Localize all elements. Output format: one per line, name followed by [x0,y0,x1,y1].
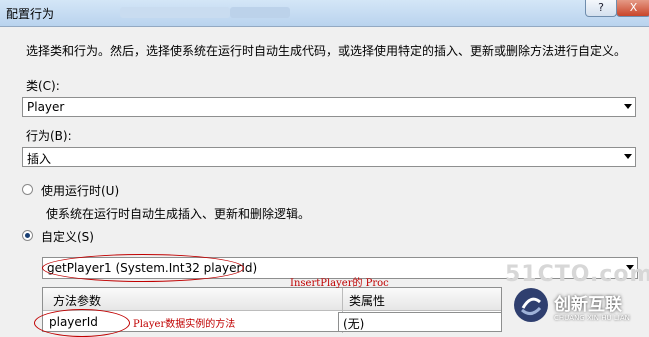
use-runtime-radio[interactable] [22,184,33,195]
blurred-title-area-2 [230,7,290,18]
property-cell-value: (无) [343,317,365,331]
annotation-insert-proc: InsertPlayer的 Proc [290,278,389,289]
window-title: 配置行为 [6,7,55,21]
use-runtime-description: 使系统在运行时自动生成插入、更新和删除逻辑。 [46,207,311,221]
behavior-dropdown[interactable]: 插入 [22,147,636,167]
property-cell[interactable]: (无) [338,312,502,332]
class-label: 类(C): [26,79,60,93]
watermark-logo: 创新互联 CHUANG XIN HU LIAN [508,284,649,332]
column-header-class-property: 类属性 [349,294,386,308]
instructions-text: 选择类和行为。然后，选择使系统在运行时自动生成代码，或选择使用特定的插入、更新或… [26,44,627,58]
title-bar: 配置行为 ? X [0,0,649,26]
class-dropdown[interactable]: Player [22,97,636,117]
annotation-ellipse-method [42,254,244,282]
annotation-instance-method: Player数据实例的方法 [133,319,236,330]
use-runtime-label[interactable]: 使用运行时(U) [41,182,119,199]
help-button[interactable]: ? [585,0,617,17]
logo-text: 创新互联 [554,295,622,315]
behavior-label: 行为(B): [26,129,72,143]
class-dropdown-value: Player [27,100,65,114]
annotation-ellipse-param [34,309,130,337]
logo-icon [514,288,548,322]
blurred-title-area [120,7,230,18]
logo-subtext: CHUANG XIN HU LIAN [554,314,630,322]
customize-radio[interactable] [22,230,33,241]
close-button[interactable]: X [616,0,649,17]
chevron-down-icon [624,154,632,159]
customize-label[interactable]: 自定义(S) [41,228,94,245]
grid-header [43,288,501,311]
column-header-method-param: 方法参数 [53,294,102,308]
behavior-dropdown-value: 插入 [27,152,52,166]
chevron-down-icon [624,104,632,109]
